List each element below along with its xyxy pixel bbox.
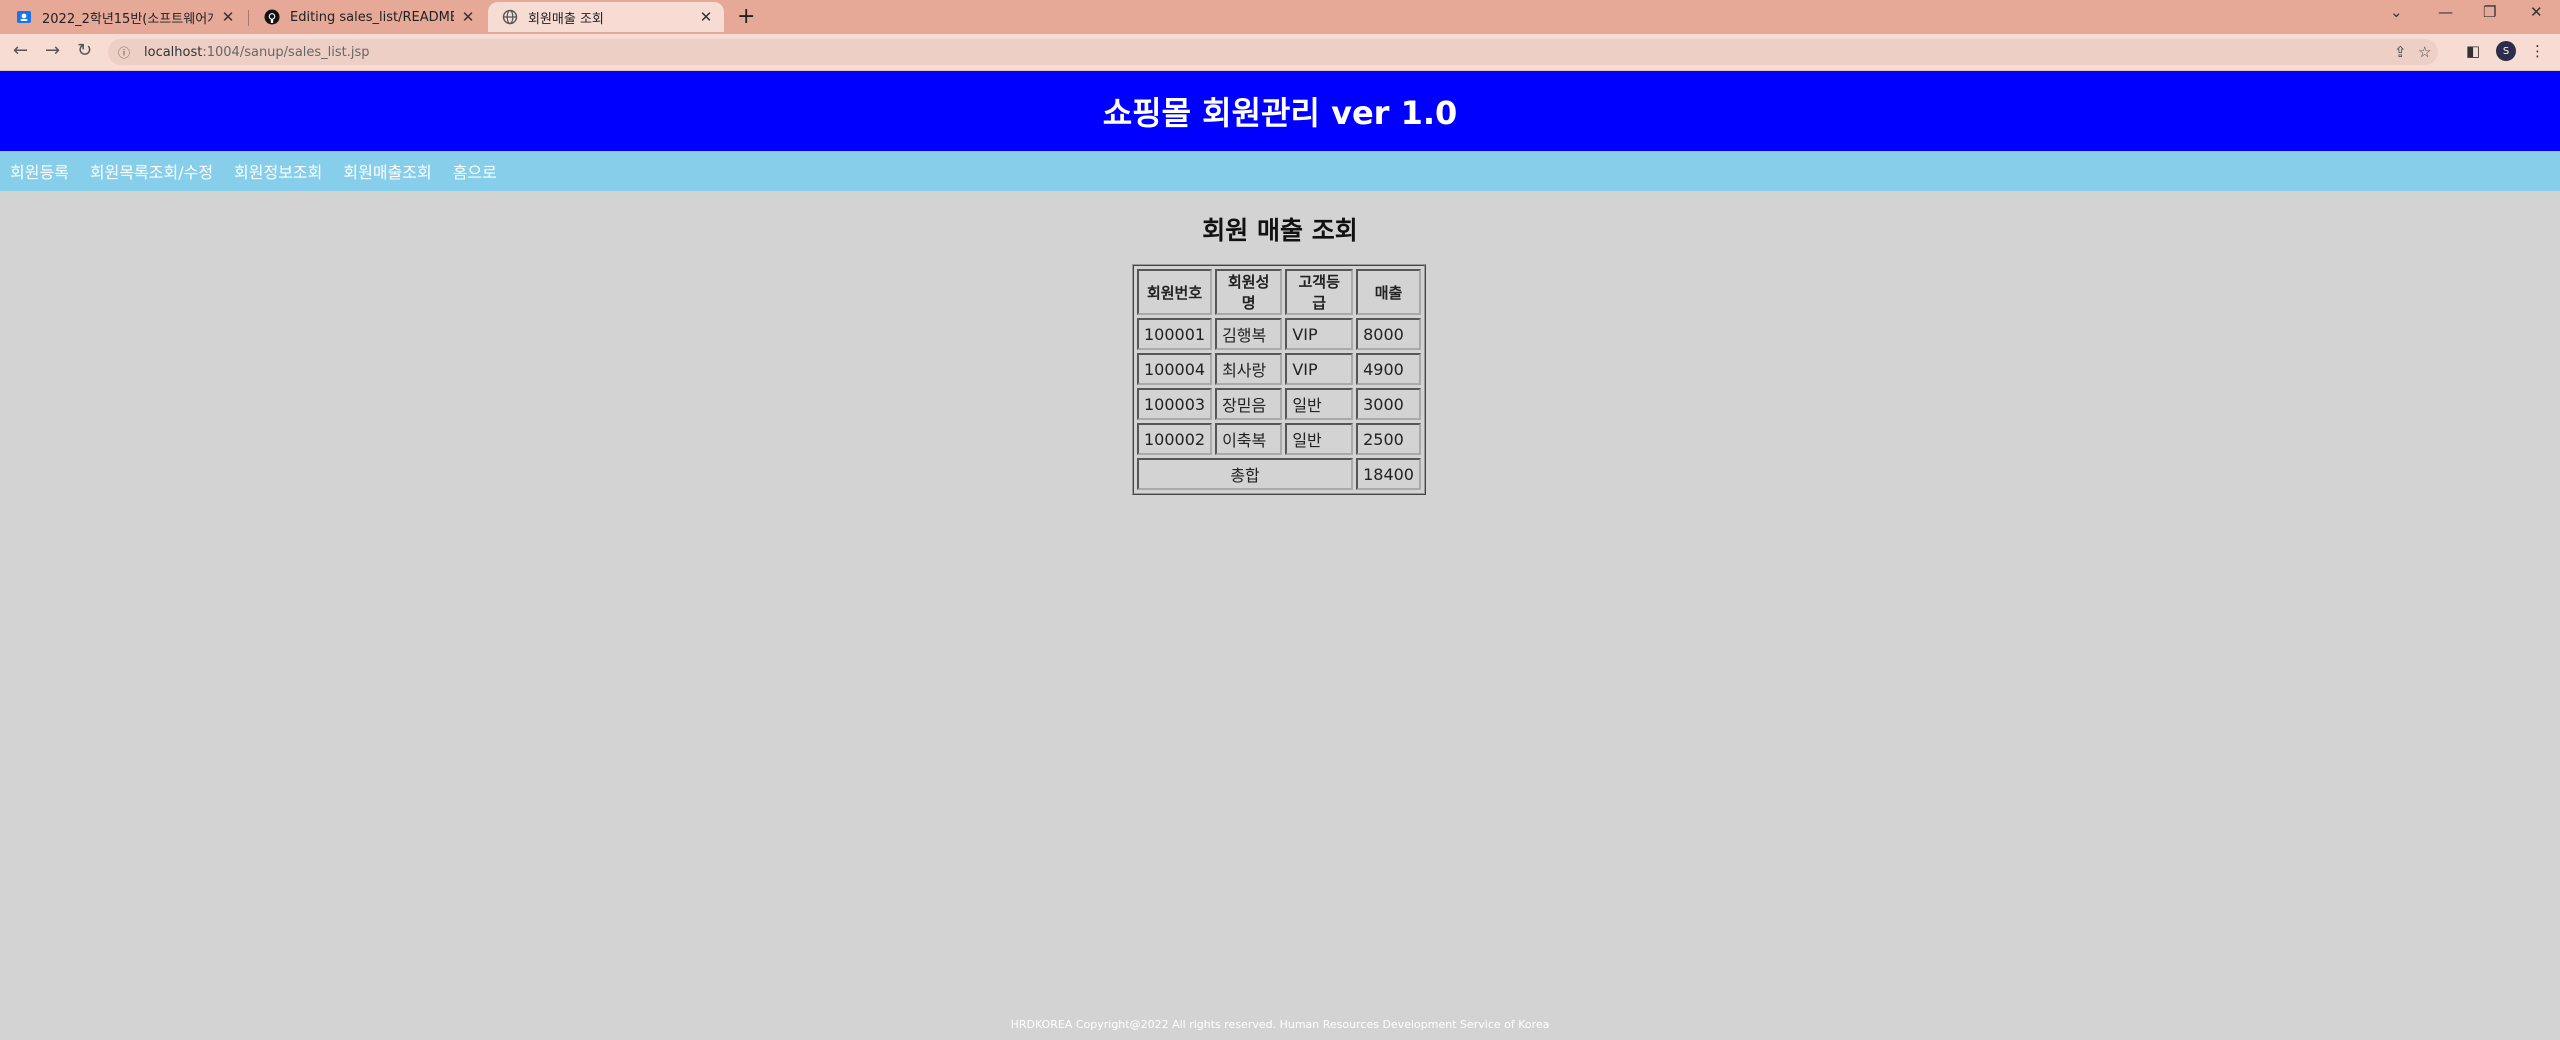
header-grade: 고객등급 bbox=[1285, 269, 1354, 315]
github-icon bbox=[264, 9, 280, 25]
restore-icon[interactable]: ❐ bbox=[2483, 3, 2496, 21]
tab-title: Editing sales_list/README.md at bbox=[290, 9, 454, 25]
cell-grade: 일반 bbox=[1285, 388, 1354, 420]
table-total-row: 총합 18400 bbox=[1137, 458, 1421, 490]
table-header-row: 회원번호 회원성명 고객등급 매출 bbox=[1137, 269, 1421, 315]
cell-member-no: 100002 bbox=[1137, 423, 1213, 455]
cell-sales: 2500 bbox=[1356, 423, 1421, 455]
url-text[interactable]: localhost:1004/sanup/sales_list.jsp bbox=[144, 45, 370, 60]
total-value: 18400 bbox=[1356, 458, 1421, 490]
side-panel-icon[interactable]: ◧ bbox=[2466, 42, 2480, 60]
address-bar[interactable]: ⓘ localhost:1004/sanup/sales_list.jsp ⇪ … bbox=[108, 39, 2438, 65]
nav-link-member-info[interactable]: 회원정보조회 bbox=[234, 159, 322, 183]
header-member-no: 회원번호 bbox=[1137, 269, 1213, 315]
window-close-icon[interactable]: ✕ bbox=[2530, 3, 2543, 21]
table-row: 100004 최사랑 VIP 4900 bbox=[1137, 353, 1421, 385]
tab-close-icon[interactable]: ✕ bbox=[460, 8, 476, 26]
cell-member-name: 이축복 bbox=[1215, 423, 1283, 455]
cell-member-name: 최사랑 bbox=[1215, 353, 1283, 385]
url-host: localhost bbox=[144, 44, 203, 60]
tab-close-icon[interactable]: ✕ bbox=[220, 8, 236, 26]
main-nav: 회원등록 회원목록조회/수정 회원정보조회 회원매출조회 홈으로 bbox=[0, 151, 2560, 191]
cell-sales: 8000 bbox=[1356, 318, 1421, 350]
tab-title: 2022_2학년15반(소프트웨어개발 bbox=[42, 11, 214, 27]
tab-sales-list[interactable]: 회원매출 조회 ✕ bbox=[488, 2, 724, 32]
profile-avatar[interactable]: S bbox=[2496, 41, 2516, 61]
bookmark-star-icon[interactable]: ☆ bbox=[2418, 43, 2431, 61]
tab-close-icon[interactable]: ✕ bbox=[698, 8, 714, 26]
cell-grade: 일반 bbox=[1285, 423, 1354, 455]
tab-separator bbox=[248, 10, 249, 26]
browser-tab-strip: 2022_2학년15반(소프트웨어개발 ✕ Editing sales_list… bbox=[0, 0, 2560, 34]
cell-member-name: 김행복 bbox=[1215, 318, 1283, 350]
site-info-icon[interactable]: ⓘ bbox=[118, 44, 134, 61]
sales-table: 회원번호 회원성명 고객등급 매출 100001 김행복 VIP 8000 10… bbox=[1132, 264, 1426, 495]
section-title: 회원 매출 조회 bbox=[1202, 216, 1358, 245]
nav-link-home[interactable]: 홈으로 bbox=[453, 159, 497, 183]
site-title: 쇼핑몰 회원관리 ver 1.0 bbox=[1102, 94, 1458, 132]
cell-grade: VIP bbox=[1285, 318, 1354, 350]
minimize-icon[interactable]: — bbox=[2438, 3, 2453, 21]
browser-toolbar: ← → ↻ ⓘ localhost:1004/sanup/sales_list.… bbox=[0, 34, 2560, 71]
cell-sales: 4900 bbox=[1356, 353, 1421, 385]
google-classroom-icon bbox=[16, 9, 32, 25]
new-tab-plus-icon[interactable]: + bbox=[737, 4, 755, 29]
tab-title: 회원매출 조회 bbox=[528, 11, 604, 27]
cell-member-no: 100004 bbox=[1137, 353, 1213, 385]
tab-search-chevron-icon[interactable]: ⌄ bbox=[2390, 3, 2403, 21]
cell-member-no: 100003 bbox=[1137, 388, 1213, 420]
tab-github[interactable]: Editing sales_list/README.md at ✕ bbox=[250, 2, 486, 32]
nav-link-member-register[interactable]: 회원등록 bbox=[10, 159, 69, 183]
table-row: 100003 장믿음 일반 3000 bbox=[1137, 388, 1421, 420]
tab-classroom[interactable]: 2022_2학년15반(소프트웨어개발 ✕ bbox=[2, 2, 246, 32]
back-arrow-icon[interactable]: ← bbox=[13, 40, 28, 61]
header-member-name: 회원성명 bbox=[1215, 269, 1283, 315]
total-label: 총합 bbox=[1137, 458, 1354, 490]
table-row: 100001 김행복 VIP 8000 bbox=[1137, 318, 1421, 350]
share-icon[interactable]: ⇪ bbox=[2394, 43, 2407, 61]
site-header: 쇼핑몰 회원관리 ver 1.0 bbox=[0, 71, 2560, 151]
cell-grade: VIP bbox=[1285, 353, 1354, 385]
table-row: 100002 이축복 일반 2500 bbox=[1137, 423, 1421, 455]
nav-link-member-sales[interactable]: 회원매출조회 bbox=[343, 159, 431, 183]
cell-member-no: 100001 bbox=[1137, 318, 1213, 350]
forward-arrow-icon[interactable]: → bbox=[45, 40, 60, 61]
header-sales: 매출 bbox=[1356, 269, 1421, 315]
url-path: :1004/sanup/sales_list.jsp bbox=[202, 44, 370, 60]
cell-member-name: 장믿음 bbox=[1215, 388, 1283, 420]
reload-icon[interactable]: ↻ bbox=[77, 40, 92, 61]
nav-link-member-list[interactable]: 회원목록조회/수정 bbox=[90, 159, 213, 183]
menu-kebab-icon[interactable]: ⋮ bbox=[2530, 42, 2545, 60]
cell-sales: 3000 bbox=[1356, 388, 1421, 420]
globe-icon bbox=[502, 9, 518, 25]
footer-copyright: HRDKOREA Copyright@2022 All rights reser… bbox=[1010, 1018, 1550, 1031]
